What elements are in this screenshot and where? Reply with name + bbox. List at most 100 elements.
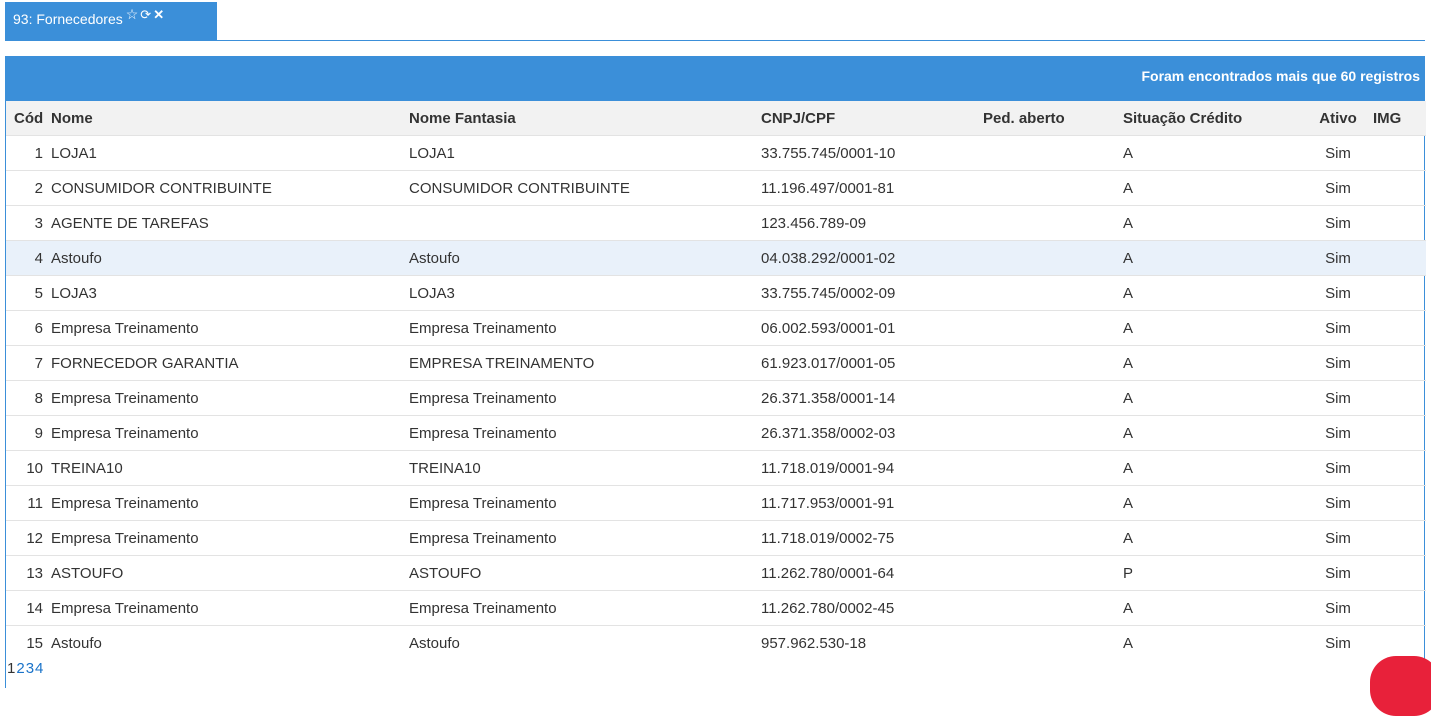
col-header-cod[interactable]: Cód	[6, 101, 51, 136]
cell-ativo: Sim	[1303, 520, 1373, 556]
cell-situacao-credito: A	[1123, 205, 1303, 241]
cell-nome-fantasia: Empresa Treinamento	[409, 520, 761, 556]
table-row[interactable]: 3 AGENTE DE TAREFAS 123.456.789-09 A Sim	[6, 205, 1426, 241]
table-row[interactable]: 8 Empresa Treinamento Empresa Treinamento 2…	[6, 380, 1426, 416]
cell-ativo: Sim	[1303, 135, 1373, 171]
cell-nome: CONSUMIDOR CONTRIBUINTE	[51, 170, 409, 206]
col-header-ped-aberto[interactable]: Ped. aberto	[983, 101, 1123, 136]
cell-img	[1373, 520, 1426, 556]
cell-cod: 2	[6, 170, 51, 206]
table-row[interactable]: 2 CONSUMIDOR CONTRIBUINTE CONSUMIDOR CONTR…	[6, 170, 1426, 206]
cell-cod: 11	[6, 485, 51, 521]
cell-nome: LOJA1	[51, 135, 409, 171]
cell-img	[1373, 345, 1426, 381]
table-row[interactable]: 7 FORNECEDOR GARANTIA EMPRESA TREINAMENTO 6…	[6, 345, 1426, 381]
col-header-ativo[interactable]: Ativo	[1303, 101, 1373, 136]
cell-img	[1373, 590, 1426, 626]
page-link-3[interactable]: 3	[26, 660, 34, 677]
table-row[interactable]: 13 ASTOUFO ASTOUFO 11.262.780/0001-64 P Sim	[6, 555, 1426, 591]
page-current: 1	[7, 660, 16, 677]
cell-nome: AGENTE DE TAREFAS	[51, 205, 409, 241]
cell-nome: Empresa Treinamento	[51, 590, 409, 626]
page-link-2[interactable]: 2	[16, 660, 24, 677]
refresh-icon[interactable]: ⟳	[140, 7, 151, 23]
col-header-img[interactable]: IMG	[1373, 101, 1426, 136]
cell-cod: 3	[6, 205, 51, 241]
cell-ped-aberto	[983, 625, 1123, 660]
cell-nome: Empresa Treinamento	[51, 485, 409, 521]
table-header-row: Cód Nome Nome Fantasia CNPJ/CPF Ped. abe…	[6, 101, 1426, 136]
cell-nome-fantasia: Empresa Treinamento	[409, 485, 761, 521]
table-row[interactable]: 4 Astoufo Astoufo 04.038.292/0001-02 A Sim	[6, 240, 1426, 276]
cell-ped-aberto	[983, 135, 1123, 171]
cell-nome: Empresa Treinamento	[51, 310, 409, 346]
cell-ativo: Sim	[1303, 310, 1373, 346]
tab-fornecedores[interactable]: 93: Fornecedores ☆ ⟳ ✕	[5, 2, 217, 40]
cell-situacao-credito: P	[1123, 555, 1303, 591]
table-row[interactable]: 6 Empresa Treinamento Empresa Treinamento 0…	[6, 310, 1426, 346]
cell-nome: Astoufo	[51, 240, 409, 276]
cell-cod: 14	[6, 590, 51, 626]
table-row[interactable]: 15 Astoufo Astoufo 957.962.530-18 A Sim	[6, 625, 1426, 660]
cell-ped-aberto	[983, 205, 1123, 241]
cell-nome-fantasia: EMPRESA TREINAMENTO	[409, 345, 761, 381]
chat-widget-button[interactable]	[1370, 656, 1431, 716]
table-row[interactable]: 1 LOJA1 LOJA1 33.755.745/0001-10 A Sim	[6, 135, 1426, 171]
col-header-cnpj[interactable]: CNPJ/CPF	[761, 101, 983, 136]
cell-img	[1373, 625, 1426, 660]
table-row[interactable]: 14 Empresa Treinamento Empresa Treinamento…	[6, 590, 1426, 626]
cell-img	[1373, 135, 1426, 171]
cell-ativo: Sim	[1303, 380, 1373, 416]
cell-nome-fantasia: LOJA3	[409, 275, 761, 311]
cell-cnpj: 11.262.780/0001-64	[761, 555, 983, 591]
table-row[interactable]: 5 LOJA3 LOJA3 33.755.745/0002-09 A Sim	[6, 275, 1426, 311]
cell-situacao-credito: A	[1123, 345, 1303, 381]
star-icon[interactable]: ☆	[126, 6, 139, 23]
pagination: 1234	[7, 660, 44, 677]
cell-situacao-credito: A	[1123, 135, 1303, 171]
table-row[interactable]: 12 Empresa Treinamento Empresa Treinamento…	[6, 520, 1426, 556]
table-row[interactable]: 11 Empresa Treinamento Empresa Treinamento…	[6, 485, 1426, 521]
cell-img	[1373, 555, 1426, 591]
cell-cnpj: 11.718.019/0002-75	[761, 520, 983, 556]
col-header-situacao-credito[interactable]: Situação Crédito	[1123, 101, 1303, 136]
cell-ativo: Sim	[1303, 555, 1373, 591]
cell-situacao-credito: A	[1123, 590, 1303, 626]
suppliers-table: Cód Nome Nome Fantasia CNPJ/CPF Ped. abe…	[6, 101, 1426, 660]
cell-cod: 8	[6, 380, 51, 416]
cell-nome-fantasia: LOJA1	[409, 135, 761, 171]
cell-img	[1373, 415, 1426, 451]
table-row[interactable]: 10 TREINA10 TREINA10 11.718.019/0001-94 A Sim	[6, 450, 1426, 486]
cell-situacao-credito: A	[1123, 170, 1303, 206]
cell-ativo: Sim	[1303, 205, 1373, 241]
cell-ativo: Sim	[1303, 170, 1373, 206]
cell-ped-aberto	[983, 275, 1123, 311]
cell-ativo: Sim	[1303, 275, 1373, 311]
cell-cod: 15	[6, 625, 51, 660]
cell-situacao-credito: A	[1123, 450, 1303, 486]
cell-cnpj: 26.371.358/0002-03	[761, 415, 983, 451]
cell-ativo: Sim	[1303, 485, 1373, 521]
cell-nome-fantasia: Astoufo	[409, 625, 761, 660]
cell-cnpj: 123.456.789-09	[761, 205, 983, 241]
cell-situacao-credito: A	[1123, 520, 1303, 556]
cell-cod: 5	[6, 275, 51, 311]
cell-ativo: Sim	[1303, 625, 1373, 660]
cell-situacao-credito: A	[1123, 415, 1303, 451]
table-row[interactable]: 9 Empresa Treinamento Empresa Treinamento 2…	[6, 415, 1426, 451]
cell-nome-fantasia: Astoufo	[409, 240, 761, 276]
cell-situacao-credito: A	[1123, 625, 1303, 660]
close-icon[interactable]: ✕	[153, 7, 164, 23]
cell-nome-fantasia: ASTOUFO	[409, 555, 761, 591]
cell-img	[1373, 240, 1426, 276]
cell-nome: Astoufo	[51, 625, 409, 660]
cell-img	[1373, 310, 1426, 346]
cell-nome-fantasia: Empresa Treinamento	[409, 590, 761, 626]
col-header-nome-fantasia[interactable]: Nome Fantasia	[409, 101, 761, 136]
cell-ped-aberto	[983, 345, 1123, 381]
cell-nome: ASTOUFO	[51, 555, 409, 591]
col-header-nome[interactable]: Nome	[51, 101, 409, 136]
cell-nome-fantasia: Empresa Treinamento	[409, 415, 761, 451]
page-link-4[interactable]: 4	[35, 660, 43, 677]
cell-cod: 13	[6, 555, 51, 591]
